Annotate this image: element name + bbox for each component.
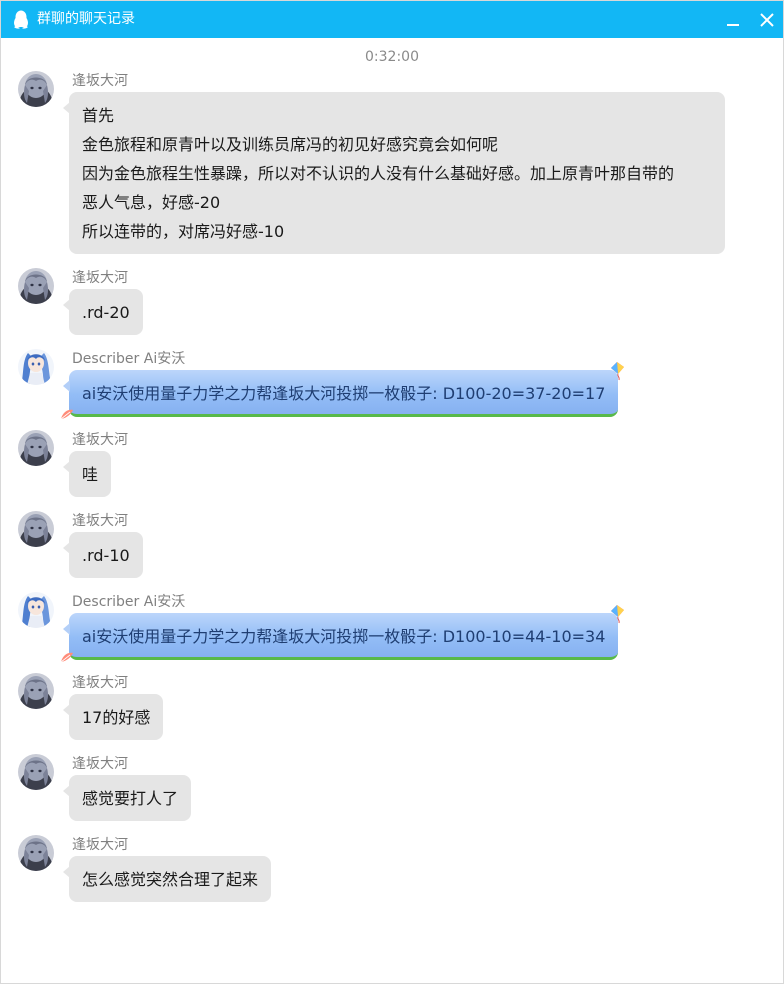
message-bubble[interactable]: ai安沃使用量子力学之力帮逢坂大河投掷一枚骰子: D100-10=44-10=3… (69, 613, 618, 660)
message-timestamp: 0:32:00 (365, 49, 419, 65)
message-bubble[interactable]: .rd-20 (63, 289, 143, 335)
message-line: 首先 (82, 106, 115, 125)
sender-name[interactable]: 逢坂大河 (72, 431, 128, 449)
user-avatar[interactable] (18, 835, 54, 871)
message-line: .rd-20 (82, 303, 130, 322)
bot-avatar[interactable] (18, 349, 54, 385)
message-line: 恶人气息，好感-20 (82, 193, 221, 212)
message-line: 因为金色旅程生性暴躁，所以对不认识的人没有什么基础好感。加上原青叶那自带的 (82, 164, 675, 183)
user-avatar[interactable] (18, 71, 54, 107)
message-line: ai安沃使用量子力学之力帮逢坂大河投掷一枚骰子: D100-10=44-10=3… (82, 627, 606, 646)
message-bubble[interactable]: 感觉要打人了 (63, 775, 192, 821)
message-bubble[interactable]: 首先 金色旅程和原青叶以及训练员席冯的初见好感究竟会如何呢 因为金色旅程生性暴躁… (63, 92, 725, 254)
bubble-tail (63, 299, 70, 311)
message-line: ai安沃使用量子力学之力帮逢坂大河投掷一枚骰子: D100-20=37-20=1… (82, 384, 606, 403)
bubble-tail (63, 542, 70, 554)
bubble-tail (63, 704, 70, 716)
close-button[interactable] (749, 1, 783, 38)
qq-penguin-icon (12, 10, 30, 30)
message-bubble[interactable]: 17的好感 (63, 694, 164, 740)
message-line: 感觉要打人了 (82, 789, 179, 808)
bubble-tail (63, 866, 70, 878)
message-line: 怎么感觉突然合理了起来 (82, 870, 259, 889)
bot-avatar[interactable] (18, 592, 54, 628)
message-line: 17的好感 (82, 708, 151, 727)
minimize-button[interactable] (715, 1, 751, 38)
sender-name[interactable]: 逢坂大河 (72, 755, 128, 773)
message-bubble[interactable]: 哇 (63, 451, 112, 497)
bubble-tail (63, 380, 70, 392)
title-bar[interactable]: 群聊的聊天记录 (1, 1, 783, 38)
kite-icon (609, 361, 626, 381)
leaf-decoration-icon (60, 651, 74, 663)
chat-history-window: 群聊的聊天记录 0:32:00 逢坂大河 首先 金色旅程和原青叶以及训练员席冯的… (0, 0, 784, 984)
message-bubble[interactable]: 怎么感觉突然合理了起来 (63, 856, 272, 902)
message-bubble[interactable]: ai安沃使用量子力学之力帮逢坂大河投掷一枚骰子: D100-20=37-20=1… (69, 370, 618, 417)
user-avatar[interactable] (18, 754, 54, 790)
user-avatar[interactable] (18, 430, 54, 466)
sender-name[interactable]: 逢坂大河 (72, 72, 128, 90)
message-bubble[interactable]: .rd-10 (63, 532, 143, 578)
message-line: 金色旅程和原青叶以及训练员席冯的初见好感究竟会如何呢 (82, 135, 499, 154)
minimize-icon (727, 24, 739, 26)
sender-name[interactable]: 逢坂大河 (72, 269, 128, 287)
bubble-tail (63, 102, 70, 114)
user-avatar[interactable] (18, 511, 54, 547)
sender-name[interactable]: 逢坂大河 (72, 674, 128, 692)
message-line: .rd-10 (82, 546, 130, 565)
leaf-decoration-icon (60, 408, 74, 420)
window-title: 群聊的聊天记录 (37, 11, 135, 27)
kite-icon (609, 604, 626, 624)
close-icon (760, 13, 774, 27)
message-line: 哇 (82, 465, 99, 484)
message-line: 所以连带的，对席冯好感-10 (82, 222, 285, 241)
sender-name[interactable]: Describer Ai安沃 (72, 350, 185, 368)
sender-name[interactable]: Describer Ai安沃 (72, 593, 185, 611)
bubble-tail (63, 623, 70, 635)
bubble-tail (63, 461, 70, 473)
sender-name[interactable]: 逢坂大河 (72, 512, 128, 530)
sender-name[interactable]: 逢坂大河 (72, 836, 128, 854)
bubble-tail (63, 785, 70, 797)
user-avatar[interactable] (18, 268, 54, 304)
user-avatar[interactable] (18, 673, 54, 709)
